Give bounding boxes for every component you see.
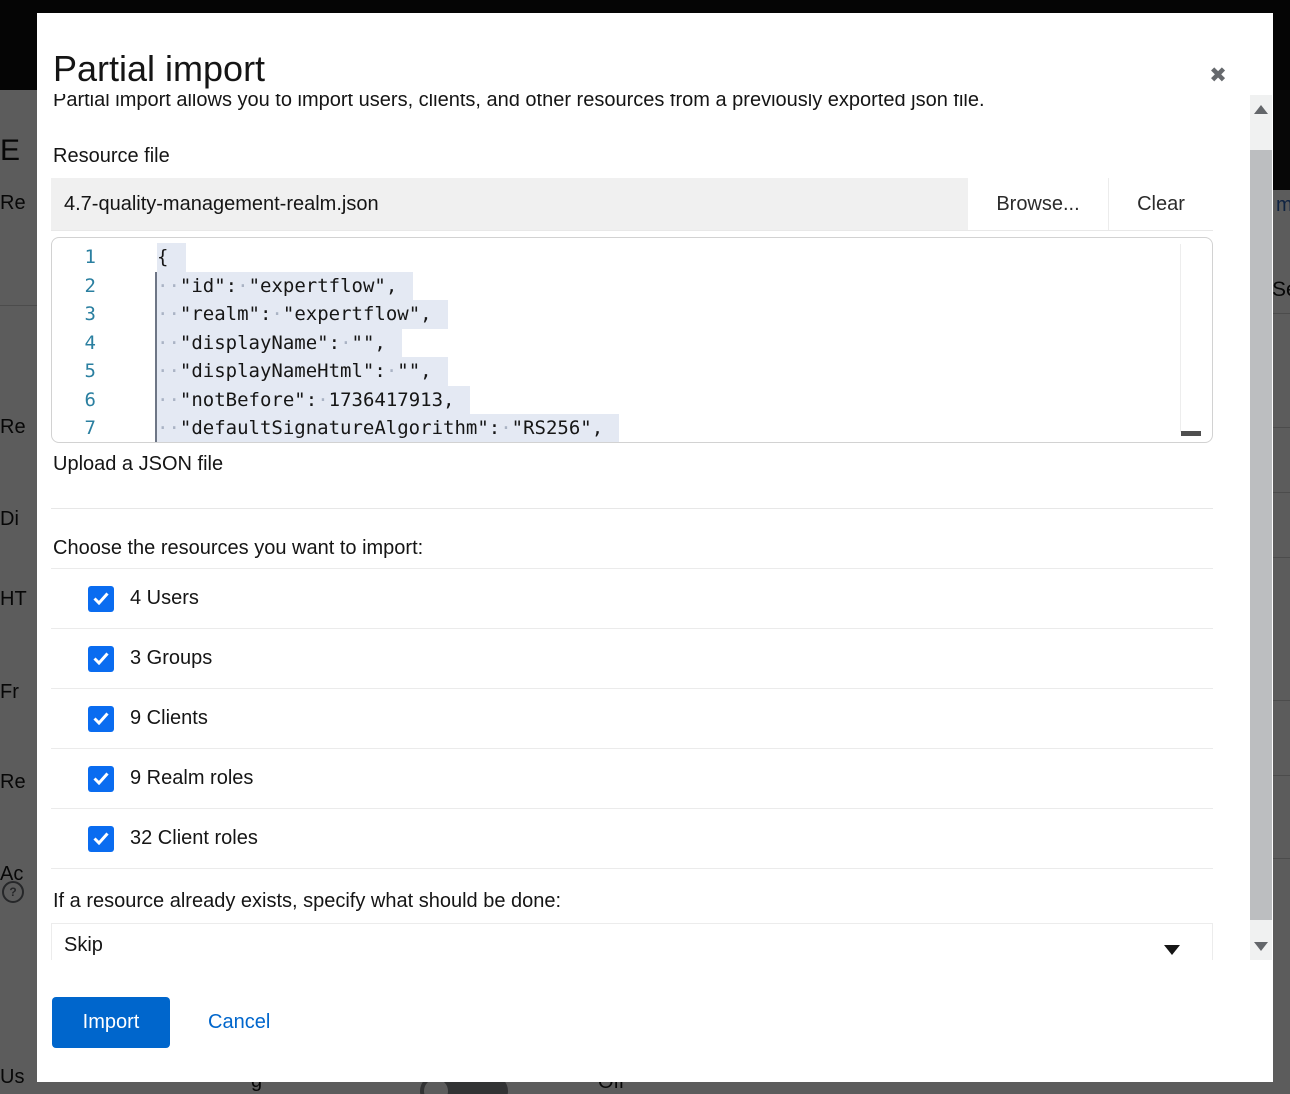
line-number: 1 bbox=[52, 243, 96, 272]
check-icon bbox=[93, 832, 109, 845]
conflict-policy-label: If a resource already exists, specify wh… bbox=[53, 890, 561, 913]
list-item: 9 Realm roles bbox=[51, 748, 1213, 808]
check-icon bbox=[93, 652, 109, 665]
check-icon bbox=[93, 712, 109, 725]
editor-scrollbar-track bbox=[1180, 244, 1181, 432]
users-checkbox[interactable] bbox=[88, 586, 114, 612]
code-line: 2 ··"id":·"expertflow", bbox=[52, 272, 1212, 301]
conflict-policy-select[interactable]: Skip bbox=[51, 923, 1213, 960]
upload-helper-text: Upload a JSON file bbox=[53, 453, 223, 476]
choose-resources-label: Choose the resources you want to import: bbox=[53, 537, 423, 560]
close-icon[interactable]: ✖ bbox=[1203, 61, 1233, 91]
line-number: 5 bbox=[52, 357, 96, 386]
page: E Re Re Di HT Fr Re Ac ? Us m Se g Off P… bbox=[0, 0, 1290, 1094]
section-divider bbox=[51, 508, 1213, 509]
partial-import-modal: Partial import ✖ Partial import allows y… bbox=[37, 13, 1273, 1082]
checkbox-label: 9 Clients bbox=[130, 707, 208, 730]
client-roles-checkbox[interactable] bbox=[88, 826, 114, 852]
file-upload-group: 4.7-quality-management-realm.json Browse… bbox=[51, 178, 1213, 231]
realm-roles-checkbox[interactable] bbox=[88, 766, 114, 792]
code-text: ··"displayNameHtml":·"", bbox=[155, 357, 448, 386]
code-line: 4 ··"displayName":·"", bbox=[52, 329, 1212, 358]
code-line: 3 ··"realm":·"expertflow", bbox=[52, 300, 1212, 329]
list-item: 3 Groups bbox=[51, 628, 1213, 688]
resource-file-label: Resource file bbox=[53, 145, 170, 168]
browse-button[interactable]: Browse... bbox=[968, 178, 1108, 230]
checkbox-label: 3 Groups bbox=[130, 647, 212, 670]
code-line: 6 ··"notBefore":·1736417913, bbox=[52, 386, 1212, 415]
scroll-down-icon[interactable] bbox=[1250, 936, 1272, 956]
editor-scrollbar-thumb[interactable] bbox=[1181, 431, 1201, 436]
code-text: ··"displayName":·"", bbox=[155, 329, 402, 358]
file-name-field[interactable]: 4.7-quality-management-realm.json bbox=[51, 178, 968, 230]
modal-scrollbar[interactable] bbox=[1250, 95, 1272, 960]
code-text: { bbox=[157, 243, 186, 272]
list-item: 4 Users bbox=[51, 568, 1213, 628]
resource-checklist: 4 Users 3 Groups 9 Clients 9 Realm roles bbox=[51, 568, 1213, 869]
clients-checkbox[interactable] bbox=[88, 706, 114, 732]
line-number: 3 bbox=[52, 300, 96, 329]
code-text: ··"realm":·"expertflow", bbox=[155, 300, 448, 329]
selected-option: Skip bbox=[64, 934, 103, 957]
code-text: ··"id":·"expertflow", bbox=[155, 272, 413, 301]
clear-button[interactable]: Clear bbox=[1108, 178, 1213, 230]
checkbox-label: 9 Realm roles bbox=[130, 767, 253, 790]
scrollbar-thumb[interactable] bbox=[1250, 150, 1272, 920]
conflict-policy-select-clip: Skip bbox=[51, 923, 1213, 960]
list-item: 9 Clients bbox=[51, 688, 1213, 748]
line-number: 4 bbox=[52, 329, 96, 358]
modal-title: Partial import bbox=[53, 47, 265, 91]
line-number: 2 bbox=[52, 272, 96, 301]
code-line: 7 ··"defaultSignatureAlgorithm":·"RS256"… bbox=[52, 414, 1212, 443]
code-text: ··"notBefore":·1736417913, bbox=[155, 386, 470, 415]
check-icon bbox=[93, 592, 109, 605]
cancel-button[interactable]: Cancel bbox=[208, 997, 270, 1048]
import-button[interactable]: Import bbox=[52, 997, 170, 1048]
checkbox-label: 4 Users bbox=[130, 587, 199, 610]
modal-description: Partial import allows you to import user… bbox=[53, 94, 1203, 113]
line-number: 6 bbox=[52, 386, 96, 415]
json-code-editor[interactable]: 1 { 2 ··"id":·"expertflow", 3 ··"realm":… bbox=[51, 237, 1213, 443]
checkbox-label: 32 Client roles bbox=[130, 827, 258, 850]
chevron-down-icon bbox=[1164, 945, 1180, 955]
groups-checkbox[interactable] bbox=[88, 646, 114, 672]
scroll-up-icon[interactable] bbox=[1250, 99, 1272, 119]
code-text: ··"defaultSignatureAlgorithm":·"RS256", bbox=[155, 414, 619, 443]
code-line: 5 ··"displayNameHtml":·"", bbox=[52, 357, 1212, 386]
list-item: 32 Client roles bbox=[51, 808, 1213, 869]
check-icon bbox=[93, 772, 109, 785]
line-number: 7 bbox=[52, 414, 96, 443]
code-line: 1 { bbox=[52, 243, 1212, 272]
modal-description-clip: Partial import allows you to import user… bbox=[53, 94, 1203, 117]
